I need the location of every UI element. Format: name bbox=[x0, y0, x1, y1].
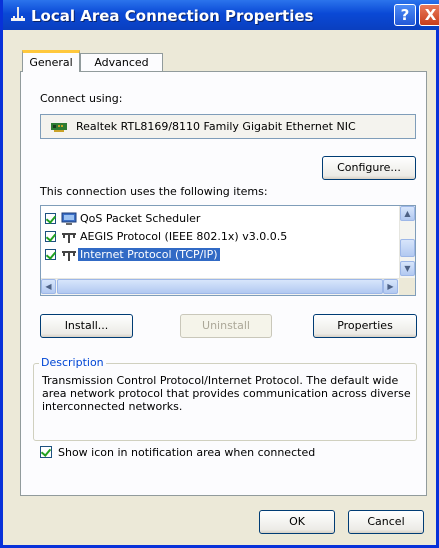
window-title: Local Area Connection Properties bbox=[31, 7, 314, 25]
configure-button[interactable]: Configure... bbox=[322, 156, 416, 180]
item-label: AEGIS Protocol (IEEE 802.1x) v3.0.0.5 bbox=[80, 230, 288, 243]
scroll-down-icon[interactable]: ▼ bbox=[400, 261, 415, 276]
tab-general[interactable]: General bbox=[22, 50, 80, 72]
scroll-up-icon[interactable]: ▲ bbox=[400, 206, 415, 221]
install-button[interactable]: Install... bbox=[40, 314, 133, 338]
properties-dialog: Local Area Connection Properties ? X Gen… bbox=[0, 0, 439, 548]
list-item[interactable]: QoS Packet Scheduler bbox=[45, 210, 385, 228]
uninstall-button[interactable]: Uninstall bbox=[180, 314, 272, 338]
horizontal-scrollbar[interactable]: ◀ ▶ bbox=[41, 278, 399, 295]
scrollbar-corner bbox=[399, 278, 415, 295]
ok-button[interactable]: OK bbox=[259, 510, 335, 534]
vertical-scrollbar[interactable]: ▲ ▼ bbox=[399, 206, 415, 278]
description-title: Description bbox=[39, 356, 106, 369]
properties-button[interactable]: Properties bbox=[313, 314, 417, 338]
components-list[interactable]: QoS Packet Scheduler AEGIS Protocol (IEE… bbox=[40, 205, 416, 296]
item-checkbox[interactable] bbox=[45, 231, 56, 242]
title-bar[interactable]: Local Area Connection Properties ? X bbox=[3, 0, 439, 30]
item-label: QoS Packet Scheduler bbox=[80, 212, 201, 225]
protocol-icon bbox=[62, 233, 76, 243]
horizontal-scroll-thumb[interactable] bbox=[57, 279, 383, 294]
adapter-field: Realtek RTL8169/8110 Family Gigabit Ethe… bbox=[40, 114, 416, 139]
item-checkbox[interactable] bbox=[45, 249, 56, 260]
scroll-right-icon[interactable]: ▶ bbox=[383, 279, 398, 294]
scheduler-icon bbox=[61, 212, 77, 225]
cancel-button[interactable]: Cancel bbox=[348, 510, 424, 534]
protocol-icon bbox=[62, 251, 76, 261]
connect-using-label: Connect using: bbox=[40, 92, 123, 105]
list-item[interactable]: Internet Protocol (TCP/IP) bbox=[45, 246, 385, 264]
notification-label[interactable]: Show icon in notification area when conn… bbox=[58, 446, 315, 459]
adapter-name: Realtek RTL8169/8110 Family Gigabit Ethe… bbox=[76, 120, 356, 133]
help-button[interactable]: ? bbox=[394, 4, 416, 26]
description-text: Transmission Control Protocol/Internet P… bbox=[42, 374, 411, 413]
notification-checkbox[interactable] bbox=[40, 446, 52, 458]
list-item[interactable]: AEGIS Protocol (IEEE 802.1x) v3.0.0.5 bbox=[45, 228, 385, 246]
network-card-icon bbox=[51, 123, 67, 132]
close-button[interactable]: X bbox=[419, 4, 439, 26]
tab-advanced[interactable]: Advanced bbox=[80, 53, 163, 72]
network-connection-icon bbox=[11, 7, 25, 21]
items-label: This connection uses the following items… bbox=[40, 185, 268, 198]
scroll-thumb[interactable] bbox=[400, 239, 415, 257]
scroll-left-icon[interactable]: ◀ bbox=[41, 279, 56, 294]
item-label: Internet Protocol (TCP/IP) bbox=[78, 248, 220, 261]
item-checkbox[interactable] bbox=[45, 213, 56, 224]
